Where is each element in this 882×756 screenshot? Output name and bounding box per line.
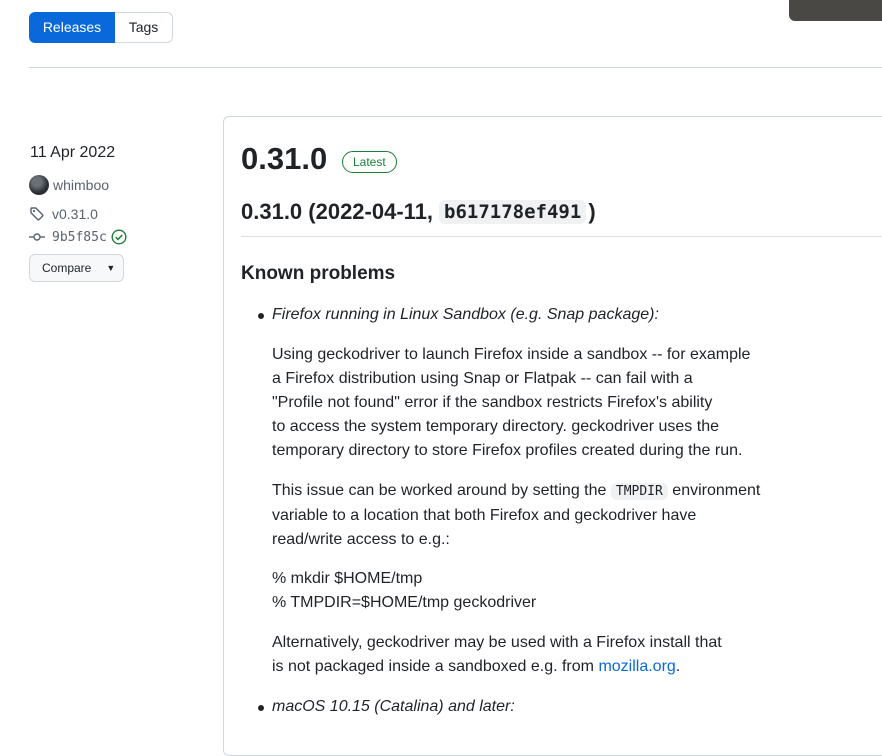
- author-name[interactable]: whimboo: [53, 177, 109, 193]
- commit-hash[interactable]: 9b5f85c: [52, 230, 107, 245]
- divider: [29, 67, 882, 68]
- heading-prefix: 0.31.0 (2022-04-11,: [241, 199, 434, 224]
- heading-commit-hash: b617178ef491: [439, 200, 587, 224]
- release-tag[interactable]: v0.31.0: [29, 206, 98, 222]
- list-item-title: Firefox running in Linux Sandbox (e.g. S…: [272, 306, 659, 323]
- text-line: a Firefox distribution using Snap or Fla…: [272, 370, 693, 387]
- inline-code: TMPDIR: [610, 483, 668, 500]
- latest-badge: Latest: [342, 151, 397, 173]
- heading-suffix: ): [588, 199, 596, 224]
- text-line: read/write access to e.g.:: [272, 531, 450, 548]
- text-span: is not packaged inside a sandboxed e.g. …: [272, 658, 594, 675]
- release-heading: 0.31.0 (2022-04-11, b617178ef491 ): [241, 199, 596, 225]
- paragraph: This issue can be worked around by setti…: [272, 479, 760, 552]
- command-line: % mkdir $HOME/tmp: [272, 570, 423, 587]
- release-author[interactable]: whimboo: [29, 175, 109, 195]
- compare-button[interactable]: Compare ▼: [29, 254, 124, 282]
- text-line: Alternatively, geckodriver may be used w…: [272, 634, 722, 651]
- tab-releases[interactable]: Releases: [29, 12, 115, 43]
- text-span: environment: [672, 482, 761, 499]
- paragraph: Alternatively, geckodriver may be used w…: [272, 631, 722, 679]
- releases-tags-nav: Releases Tags: [29, 12, 173, 43]
- text-line: This issue can be worked around by setti…: [272, 479, 760, 504]
- text-span: This issue can be worked around by setti…: [272, 482, 607, 499]
- git-commit-icon: [29, 233, 45, 241]
- top-right-panel: [789, 0, 882, 21]
- text-line: variable to a location that both Firefox…: [272, 507, 697, 524]
- tag-label[interactable]: v0.31.0: [52, 206, 98, 222]
- caret-down-icon: ▼: [106, 263, 116, 273]
- text-line: is not packaged inside a sandboxed e.g. …: [272, 655, 722, 679]
- release-commit[interactable]: 9b5f85c: [29, 229, 127, 245]
- mozilla-link[interactable]: mozilla.org: [598, 658, 675, 675]
- release-date: 11 Apr 2022: [30, 144, 116, 161]
- verified-check-icon[interactable]: [111, 229, 127, 245]
- text-span: .: [675, 658, 681, 675]
- text-line: "Profile not found" error if the sandbox…: [272, 394, 713, 411]
- tag-icon: [30, 207, 44, 221]
- release-title[interactable]: 0.31.0: [241, 141, 327, 177]
- list-bullet: [258, 313, 264, 319]
- command-line: % TMPDIR=$HOME/tmp geckodriver: [272, 594, 537, 611]
- text-line: temporary directory to store Firefox pro…: [272, 442, 743, 459]
- list-item-title: macOS 10.15 (Catalina) and later:: [272, 698, 515, 715]
- avatar[interactable]: [29, 175, 49, 195]
- command-block: % mkdir $HOME/tmp % TMPDIR=$HOME/tmp gec…: [272, 567, 536, 615]
- heading-divider: [241, 236, 882, 237]
- text-line: to access the system temporary directory…: [272, 418, 719, 435]
- section-title: Known problems: [241, 263, 396, 284]
- tab-tags[interactable]: Tags: [115, 12, 173, 43]
- compare-label: Compare: [42, 261, 92, 275]
- list-bullet: [258, 705, 264, 711]
- paragraph: Using geckodriver to launch Firefox insi…: [272, 343, 750, 463]
- text-line: Using geckodriver to launch Firefox insi…: [272, 346, 751, 363]
